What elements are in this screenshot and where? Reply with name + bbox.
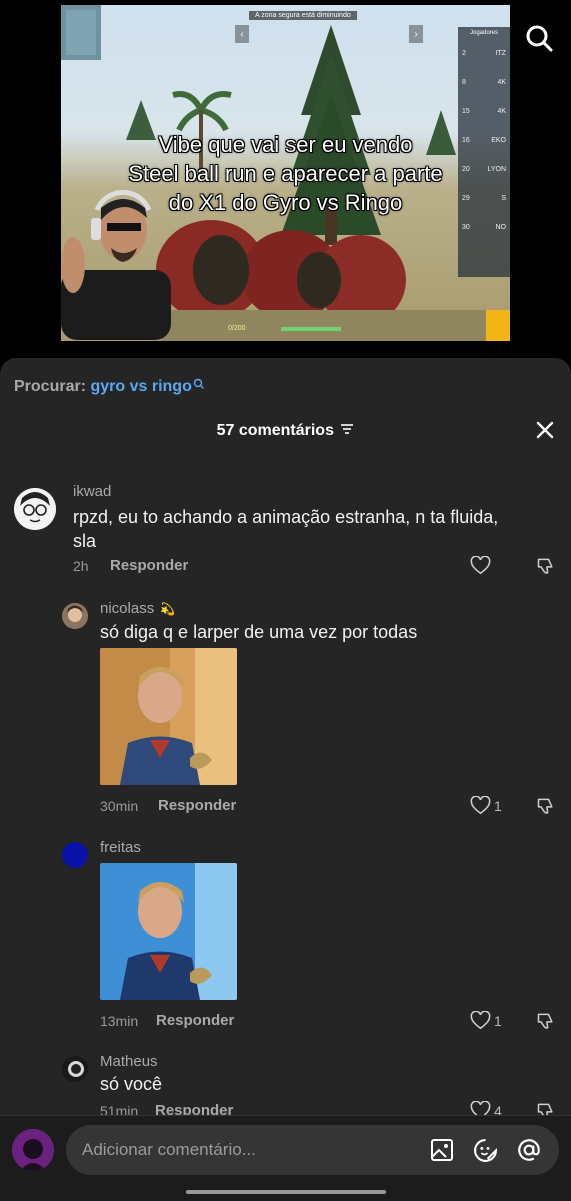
mention-button[interactable]	[516, 1137, 542, 1168]
video-caption: Vibe que vai ser eu vendo Steel ball run…	[61, 130, 510, 217]
heart-icon	[470, 796, 491, 815]
comment-image[interactable]	[100, 648, 237, 785]
like-count: 1	[494, 797, 502, 814]
search-icon	[526, 25, 553, 52]
home-indicator[interactable]	[186, 1190, 386, 1194]
comments-header: 57 comentários	[0, 422, 571, 440]
filter-icon[interactable]	[340, 423, 354, 435]
comments-count: 57 comentários	[216, 422, 334, 439]
scoreboard-row: 30 NO	[462, 224, 506, 231]
comment-text: rpzd, eu to achando a animação estranha,…	[73, 505, 498, 553]
comment-input[interactable]: Adicionar comentário...	[66, 1125, 559, 1175]
comment-username[interactable]: freitas	[100, 839, 141, 856]
caption-line: Steel ball run e aparecer a parte	[128, 161, 443, 186]
reply-button[interactable]: Responder	[110, 557, 188, 574]
dislike-button[interactable]	[536, 796, 556, 821]
avatar[interactable]	[62, 842, 88, 868]
caption-line: Vibe que vai ser eu vendo	[158, 132, 413, 157]
video-next-arrow[interactable]: ›	[409, 25, 423, 43]
thumbs-down-icon	[537, 558, 553, 574]
comment-image[interactable]	[100, 863, 237, 1000]
comment-text-line: rpzd, eu to achando a animação estranha,…	[73, 507, 499, 527]
reply-button[interactable]: Responder	[156, 1012, 234, 1029]
avatar[interactable]	[62, 1056, 88, 1082]
search-button[interactable]	[523, 22, 555, 54]
thumbs-down-icon	[537, 1013, 553, 1029]
caption-line: do X1 do Gyro vs Ringo	[168, 190, 403, 215]
zone-warning: A zona segura está diminuindo	[249, 11, 357, 20]
like-button[interactable]: 1	[470, 796, 502, 815]
comment-time: 2h	[73, 558, 89, 574]
comment-username[interactable]: Matheus	[100, 1053, 158, 1070]
scoreboard-row: 2 ITZ	[462, 50, 506, 57]
search-icon	[193, 378, 204, 389]
like-count: 1	[494, 1012, 502, 1029]
comment-time: 13min	[100, 1013, 139, 1029]
comment-text: só você	[100, 1074, 163, 1094]
comment-username[interactable]: ikwad	[73, 483, 111, 500]
username-badge: 💫	[160, 602, 176, 616]
comment-composer-bar: Adicionar comentário...	[0, 1115, 571, 1201]
search-label: Procurar:	[14, 378, 87, 395]
avatar[interactable]	[62, 603, 88, 629]
comment-input-placeholder: Adicionar comentário...	[82, 1140, 256, 1159]
video-prev-arrow[interactable]: ‹	[235, 25, 249, 43]
avatar[interactable]	[14, 488, 56, 530]
close-icon	[536, 421, 554, 439]
avatar[interactable]	[12, 1129, 54, 1171]
comment-text: só diga q e larper de uma vez por todas	[100, 622, 418, 642]
comments-panel: Procurar: gyro vs ringo 57 comentários i…	[0, 358, 571, 1200]
search-query-link[interactable]: gyro vs ringo	[90, 378, 191, 395]
at-icon	[518, 1139, 540, 1161]
close-button[interactable]	[535, 420, 555, 440]
like-button[interactable]: 1	[470, 1011, 502, 1030]
video-player[interactable]: A zona segura está diminuindo ‹ › Jogado…	[0, 0, 571, 358]
scoreboard-title: Jogadores	[469, 30, 499, 36]
thumbs-down-icon	[537, 798, 553, 814]
heart-icon	[470, 1011, 491, 1030]
comment-username[interactable]: nicolass 💫	[100, 600, 175, 617]
reply-button[interactable]: Responder	[158, 797, 236, 814]
emoji-icon	[474, 1139, 497, 1162]
like-button[interactable]	[470, 556, 491, 575]
image-icon	[431, 1139, 453, 1161]
comment-text-line: sla	[73, 531, 97, 551]
scoreboard-row: 8 4K	[462, 79, 506, 86]
username-text[interactable]: nicolass	[100, 600, 154, 617]
heart-icon	[470, 556, 491, 575]
dislike-button[interactable]	[536, 556, 556, 581]
dislike-button[interactable]	[536, 1011, 556, 1036]
video-frame[interactable]: A zona segura está diminuindo ‹ › Jogado…	[61, 5, 510, 341]
scoreboard-row: 15 4K	[462, 108, 506, 115]
comment-time: 30min	[100, 798, 139, 814]
image-button[interactable]	[430, 1138, 454, 1167]
emoji-button[interactable]	[473, 1138, 498, 1168]
ammo-counter: 0/200	[228, 325, 246, 332]
related-search[interactable]: Procurar: gyro vs ringo	[14, 378, 205, 396]
